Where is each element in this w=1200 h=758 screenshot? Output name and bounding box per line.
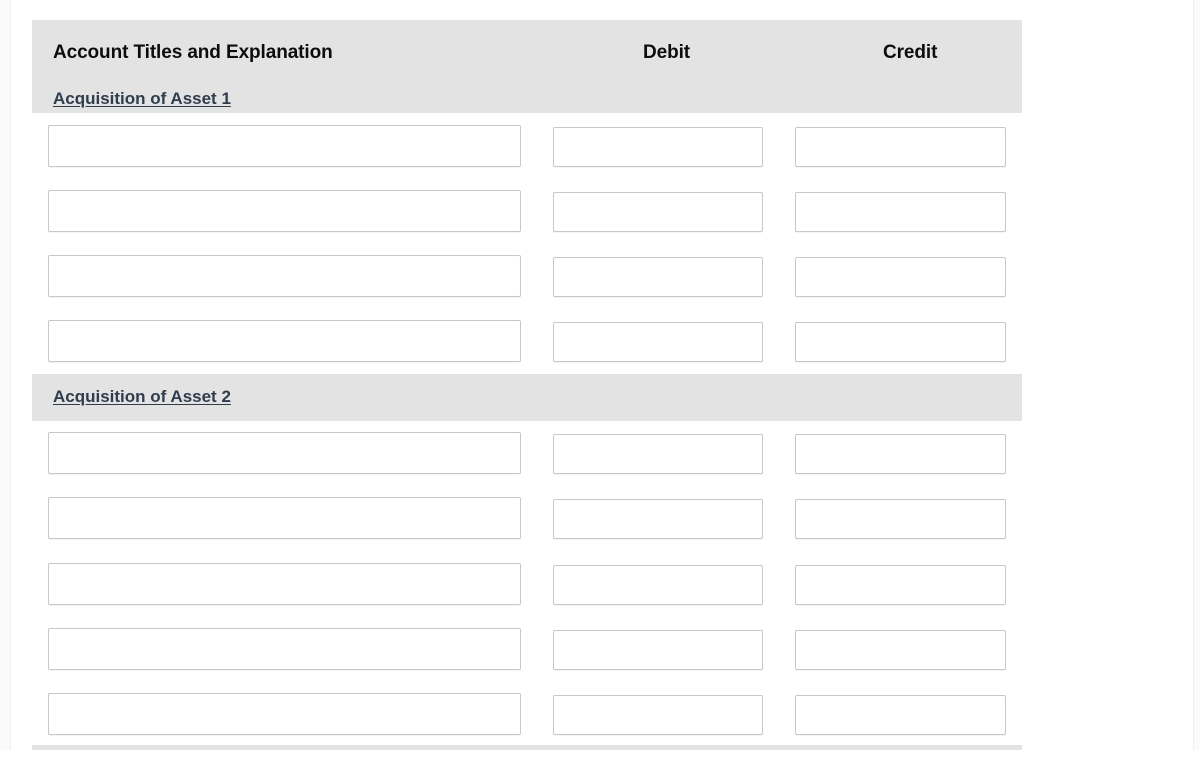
debit-amount-input[interactable]: [553, 565, 763, 605]
account-title-input[interactable]: [48, 693, 521, 735]
debit-amount-input[interactable]: [553, 695, 763, 735]
debit-amount-input[interactable]: [553, 434, 763, 474]
account-title-input[interactable]: [48, 320, 521, 362]
table-row: [12, 125, 1022, 190]
section-label-asset-1: Acquisition of Asset 1: [53, 89, 231, 108]
credit-amount-input[interactable]: [795, 695, 1006, 735]
page-gutter-right: [1193, 0, 1200, 750]
credit-amount-input[interactable]: [795, 565, 1006, 605]
credit-amount-input[interactable]: [795, 322, 1006, 362]
credit-amount-input[interactable]: [795, 630, 1006, 670]
account-title-input[interactable]: [48, 125, 521, 167]
credit-amount-input[interactable]: [795, 434, 1006, 474]
column-header-debit: Debit: [643, 42, 691, 63]
table-row: [12, 563, 1022, 628]
table-header: Account Titles and Explanation Debit Cre…: [32, 20, 1022, 113]
column-header-account-titles: Account Titles and Explanation: [53, 42, 333, 63]
account-title-input[interactable]: [48, 563, 521, 605]
table-row: [12, 255, 1022, 320]
table-row: [12, 628, 1022, 693]
table-row: [12, 497, 1022, 562]
column-header-credit: Credit: [883, 42, 938, 63]
credit-amount-input[interactable]: [795, 257, 1006, 297]
account-title-input[interactable]: [48, 432, 521, 474]
debit-amount-input[interactable]: [553, 257, 763, 297]
debit-amount-input[interactable]: [553, 499, 763, 539]
account-title-input[interactable]: [48, 190, 521, 232]
debit-amount-input[interactable]: [553, 630, 763, 670]
debit-amount-input[interactable]: [553, 322, 763, 362]
account-title-input[interactable]: [48, 497, 521, 539]
credit-amount-input[interactable]: [795, 192, 1006, 232]
account-title-input[interactable]: [48, 255, 521, 297]
credit-amount-input[interactable]: [795, 127, 1006, 167]
account-title-input[interactable]: [48, 628, 521, 670]
journal-entry-table: Account Titles and Explanation Debit Cre…: [12, 0, 1193, 750]
section-label-asset-2: Acquisition of Asset 2: [53, 387, 231, 406]
credit-amount-input[interactable]: [795, 499, 1006, 539]
table-row: [12, 190, 1022, 255]
section-band-asset-2: Acquisition of Asset 2: [32, 374, 1022, 421]
page-gutter-left: [0, 0, 11, 750]
debit-amount-input[interactable]: [553, 192, 763, 232]
table-row: [12, 432, 1022, 497]
next-section-band: [32, 745, 1022, 750]
debit-amount-input[interactable]: [553, 127, 763, 167]
